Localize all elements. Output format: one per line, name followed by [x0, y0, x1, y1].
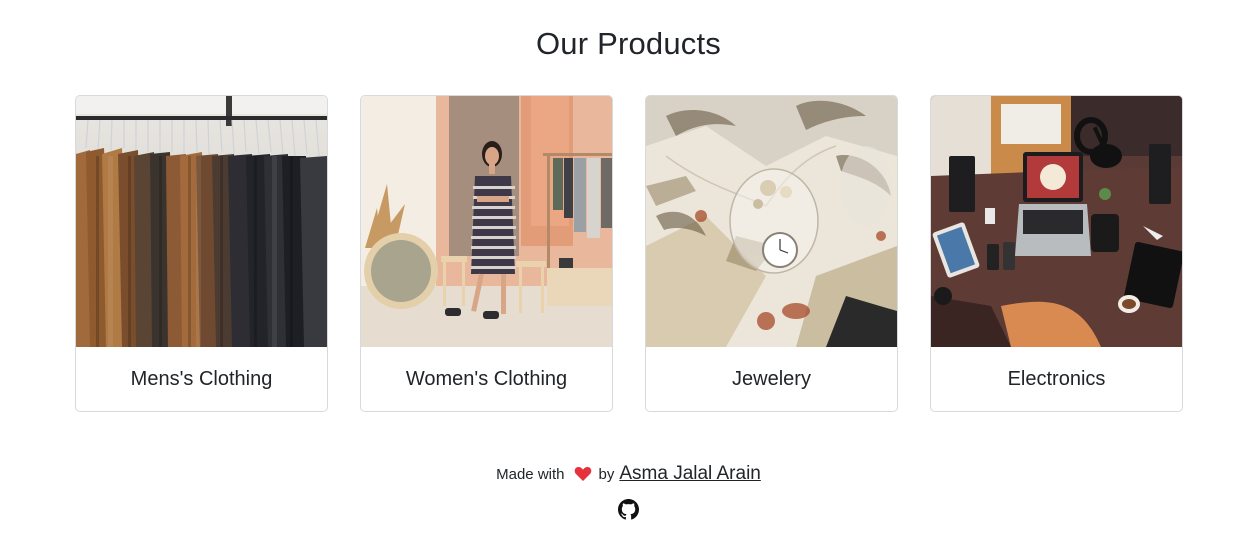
- category-label: Mens's Clothing: [130, 367, 273, 390]
- electronics-image[interactable]: [931, 96, 1182, 347]
- category-card-mens-clothing[interactable]: Mens's Clothing: [75, 95, 328, 412]
- footer: Made with by Asma Jalal Arain: [0, 463, 1257, 485]
- jewelery-image[interactable]: [646, 96, 897, 347]
- category-card-womens-clothing[interactable]: Women's Clothing: [360, 95, 613, 412]
- page-title: Our Products: [535, 26, 722, 61]
- womens-clothing-image[interactable]: [361, 96, 612, 347]
- category-card-electronics[interactable]: Electronics: [930, 95, 1183, 412]
- category-card-jewelery[interactable]: Jewelery: [645, 95, 898, 412]
- category-label: Electronics: [1007, 367, 1106, 390]
- github-icon[interactable]: [618, 499, 639, 520]
- category-label: Jewelery: [732, 367, 811, 390]
- heart-icon: [574, 466, 592, 482]
- made-with-text: Made with: [496, 465, 565, 483]
- category-label: Women's Clothing: [405, 367, 568, 390]
- by-text: by: [598, 465, 615, 483]
- author-link[interactable]: Asma Jalal Arain: [619, 463, 761, 485]
- product-category-grid: Mens's Clothing Women's Clothing Jeweler…: [75, 95, 1183, 412]
- mens-clothing-image[interactable]: [76, 96, 327, 347]
